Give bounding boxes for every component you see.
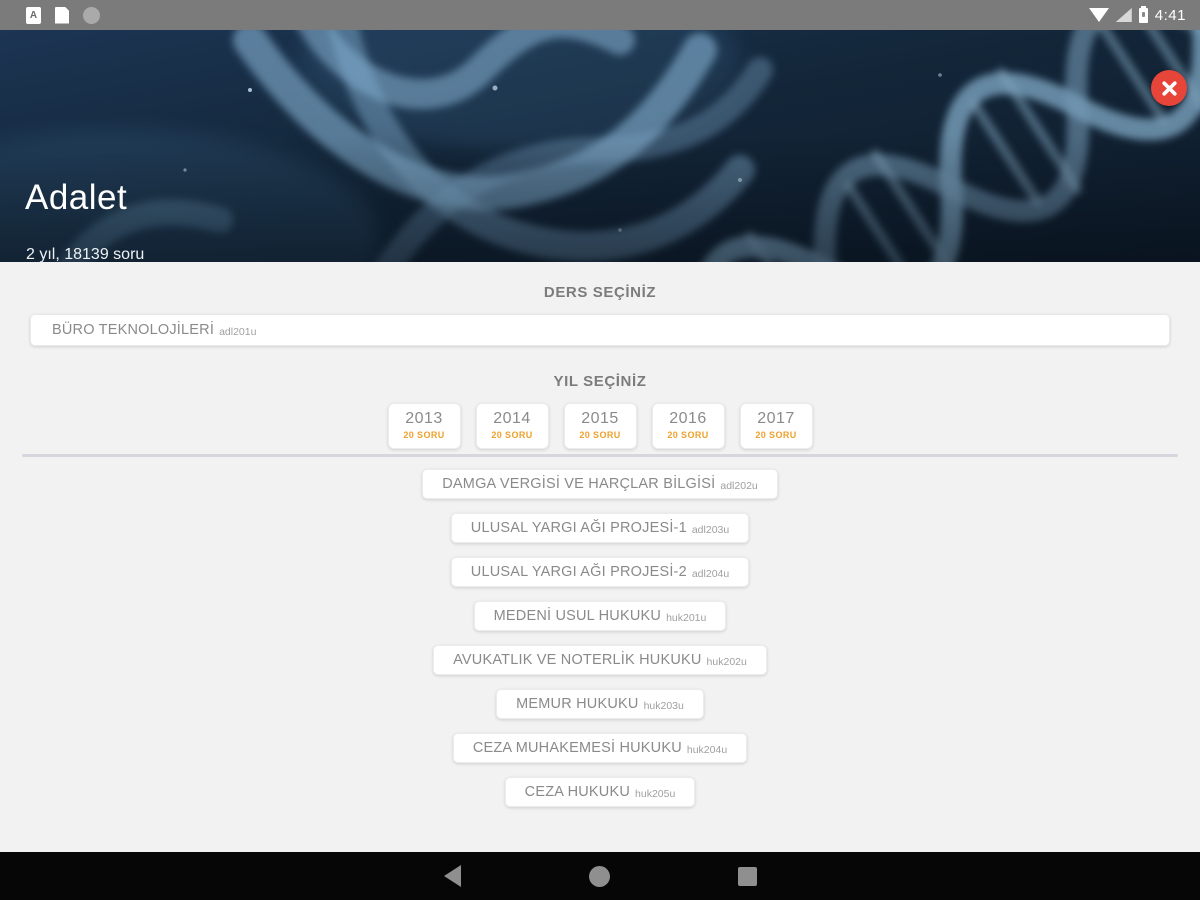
page-title: Adalet [25,178,128,217]
course-name: ULUSAL YARGI AĞI PROJESİ-1 [470,520,687,536]
year-soru-count: 20 SORU [403,430,445,440]
ders-seciniz-label: DERS SEÇİNİZ [543,284,657,301]
circle-notification-icon [83,6,100,24]
selected-course-code: adl201u [219,326,257,338]
year-soru-count: 20 SORU [491,430,533,440]
home-icon[interactable] [588,865,610,887]
course-code: huk204u [686,744,728,756]
yil-seciniz-label: YIL SEÇİNİZ [553,373,647,390]
course-name: MEDENİ USUL HUKUKU [493,608,662,624]
selected-course-name: BÜRO TEKNOLOJİLERİ [52,322,215,338]
year-button-2014[interactable]: 2014 20 SORU [475,403,549,449]
course-code: huk205u [635,788,676,800]
section-divider [22,454,1178,457]
course-code: adl202u [720,480,758,492]
status-bar: A 4:41 [0,0,1200,30]
course-list: DAMGA VERGİSİ VE HARÇLAR BİLGİSİ adl202u… [0,469,1200,807]
header-scrim [0,30,1200,262]
notification-area: A [10,6,100,24]
year-label: 2013 [405,410,443,427]
year-button-2017[interactable]: 2017 20 SORU [739,403,813,449]
course-code: huk202u [706,656,747,668]
android-nav-bar [0,852,1200,900]
back-icon[interactable] [443,865,461,887]
year-button-row: 2013 20 SORU 2014 20 SORU 2015 20 SORU 2… [0,403,1200,449]
document-notification-icon [55,6,69,24]
course-name: CEZA HUKUKU [524,784,631,800]
year-soru-count: 20 SORU [667,430,709,440]
course-item-huk201u[interactable]: MEDENİ USUL HUKUKU huk201u [473,601,727,631]
header-banner: Adalet 2 yıl, 18139 soru [0,30,1200,262]
wifi-icon [1088,8,1109,22]
year-button-2016[interactable]: 2016 20 SORU [651,403,725,449]
course-item-huk203u[interactable]: MEMUR HUKUKU huk203u [496,689,704,719]
year-soru-count: 20 SORU [755,430,797,440]
content-area: DERS SEÇİNİZ BÜRO TEKNOLOJİLERİ adl201u … [0,262,1200,852]
course-name: CEZA MUHAKEMESİ HUKUKU [472,740,682,756]
system-status-area: 4:41 [1088,5,1190,24]
course-item-adl202u[interactable]: DAMGA VERGİSİ VE HARÇLAR BİLGİSİ adl202u [422,469,778,499]
selected-course-dropdown[interactable]: BÜRO TEKNOLOJİLERİ adl201u [30,314,1170,346]
course-code: huk203u [643,700,684,712]
cellular-signal-icon [1115,8,1132,22]
course-name: DAMGA VERGİSİ VE HARÇLAR BİLGİSİ [442,476,716,492]
course-code: adl203u [691,524,730,536]
course-item-huk204u[interactable]: CEZA MUHAKEMESİ HUKUKU huk204u [452,733,748,763]
close-icon [1161,80,1177,96]
page-subtitle: 2 yıl, 18139 soru [26,246,145,262]
course-item-adl203u[interactable]: ULUSAL YARGI AĞI PROJESİ-1 adl203u [450,513,750,543]
year-label: 2017 [757,410,795,427]
course-name: MEMUR HUKUKU [516,696,639,712]
course-code: adl204u [691,568,730,580]
year-button-2013[interactable]: 2013 20 SORU [387,403,461,449]
notification-app-icon: A [26,6,41,24]
year-soru-count: 20 SORU [579,430,621,440]
course-name: ULUSAL YARGI AĞI PROJESİ-2 [470,564,687,580]
year-label: 2014 [493,410,531,427]
close-button[interactable] [1151,70,1187,106]
course-item-huk202u[interactable]: AVUKATLIK VE NOTERLİK HUKUKU huk202u [433,645,767,675]
year-label: 2015 [581,410,619,427]
course-item-huk205u[interactable]: CEZA HUKUKU huk205u [504,777,696,807]
clock: 4:41 [1154,6,1186,24]
recents-icon[interactable] [737,866,757,886]
battery-icon [1138,5,1148,23]
year-button-2015[interactable]: 2015 20 SORU [563,403,637,449]
year-label: 2016 [669,410,707,427]
course-name: AVUKATLIK VE NOTERLİK HUKUKU [453,652,702,668]
course-item-adl204u[interactable]: ULUSAL YARGI AĞI PROJESİ-2 adl204u [450,557,750,587]
course-code: huk201u [666,612,707,624]
